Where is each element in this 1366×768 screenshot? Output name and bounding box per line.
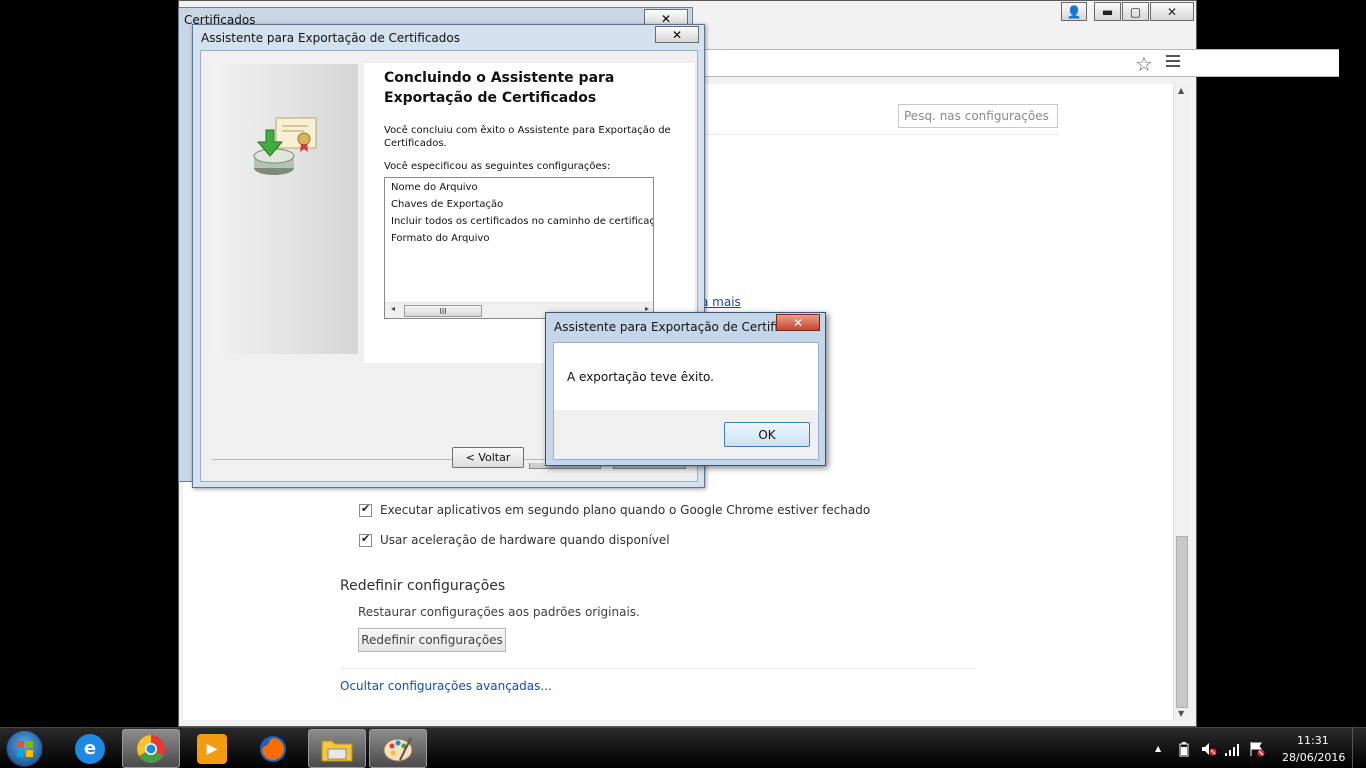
taskbar-paint[interactable]	[369, 729, 427, 768]
desktop: 👤 ▬ ▢ ✕ ☆ ▲ ▼ Pesq. nas configurações a …	[0, 0, 1366, 768]
dialog-message: A exportação teve êxito.	[567, 370, 714, 384]
wizard-description: Você concluiu com êxito o Assistente par…	[384, 125, 671, 149]
hardware-acceleration-checkbox[interactable]	[359, 532, 372, 547]
paint-palette-icon	[383, 737, 413, 761]
battery-icon[interactable]	[1179, 741, 1189, 757]
wizard-side-panel	[212, 64, 358, 354]
learn-more-link[interactable]: a mais	[701, 295, 741, 309]
maximize-button[interactable]: ▢	[1122, 2, 1149, 21]
settings-list[interactable]: Nome do Arquivo Chaves de Exportação Inc…	[384, 177, 654, 319]
ok-button[interactable]: OK	[724, 422, 810, 447]
dialog-close-button[interactable]: ✕	[776, 314, 820, 331]
close-icon: ✕	[1166, 4, 1178, 19]
address-bar[interactable]	[699, 49, 1339, 77]
settings-label: Você especificou as seguintes configuraç…	[384, 161, 611, 172]
chrome-menu-icon[interactable]	[1166, 55, 1180, 70]
close-icon: ✕	[671, 27, 683, 42]
checkbox-label: Executar aplicativos em segundo plano qu…	[380, 503, 871, 517]
list-item[interactable]: Formato do Arquivo	[391, 233, 489, 244]
back-button[interactable]: < Voltar	[452, 447, 524, 468]
hide-advanced-settings-link[interactable]: Ocultar configurações avançadas...	[340, 679, 552, 693]
wizard-heading: Concluindo o Assistente para Exportação …	[384, 70, 615, 106]
media-player-icon: ▶	[197, 733, 227, 764]
scroll-thumb[interactable]: III	[404, 305, 482, 317]
reset-section-description: Restaurar configurações aos padrões orig…	[358, 605, 640, 619]
firefox-icon	[260, 735, 286, 762]
bookmark-star-icon[interactable]: ☆	[1135, 52, 1153, 76]
folder-icon	[321, 740, 353, 761]
list-item[interactable]: Nome do Arquivo	[391, 182, 478, 193]
profile-button[interactable]: 👤	[1061, 2, 1087, 21]
list-item[interactable]: Chaves de Exportação	[391, 199, 503, 210]
minimize-icon: ▬	[1101, 4, 1114, 19]
taskbar-internet-explorer[interactable]: e	[61, 729, 119, 768]
chrome-window-controls: 👤 ▬ ▢ ✕	[1061, 2, 1194, 21]
internet-explorer-icon: e	[75, 733, 105, 764]
close-icon: ✕	[792, 315, 804, 330]
scroll-up-icon[interactable]: ▲	[1178, 86, 1184, 95]
dialog-title: Assistente para Exportação de Certifica.…	[554, 320, 804, 334]
taskbar-firefox[interactable]	[244, 729, 302, 768]
settings-search-input[interactable]: Pesq. nas configurações	[898, 104, 1058, 128]
taskbar: e ▶ ▲	[0, 727, 1366, 768]
certificate-export-icon	[253, 117, 317, 175]
clock-date[interactable]: 28/06/2016	[1282, 751, 1345, 764]
show-hidden-icons-icon[interactable]: ▲	[1155, 744, 1161, 753]
list-item[interactable]: Incluir todos os certificados no caminho…	[391, 216, 653, 227]
background-apps-checkbox[interactable]	[359, 502, 372, 517]
checkbox-label: Usar aceleração de hardware quando dispo…	[380, 533, 670, 547]
scroll-down-icon[interactable]: ▼	[1178, 709, 1184, 718]
wizard-close-button[interactable]: ✕	[655, 26, 699, 43]
page-scrollbar[interactable]: ▲ ▼	[1173, 84, 1190, 720]
user-icon: 👤	[1066, 4, 1082, 19]
taskbar-file-explorer[interactable]	[308, 729, 366, 768]
windows-logo-icon	[17, 741, 33, 757]
network-signal-icon[interactable]	[1224, 741, 1240, 757]
reset-settings-button[interactable]: Redefinir configurações	[358, 628, 506, 652]
show-desktop-button[interactable]	[1352, 727, 1366, 768]
clock-time[interactable]: 11:31	[1297, 734, 1329, 747]
google-chrome-icon	[137, 734, 165, 763]
minimize-button[interactable]: ▬	[1094, 2, 1121, 21]
dialog-body: A exportação teve êxito. OK	[553, 342, 819, 460]
reset-section-title: Redefinir configurações	[340, 578, 506, 594]
dialog-message-area: A exportação teve êxito.	[554, 343, 818, 410]
success-dialog: Assistente para Exportação de Certifica.…	[545, 312, 826, 466]
divider	[340, 668, 977, 669]
background-apps-setting[interactable]: Executar aplicativos em segundo plano qu…	[359, 502, 871, 517]
window-title: Assistente para Exportação de Certificad…	[201, 31, 460, 45]
start-button[interactable]	[6, 730, 43, 767]
hardware-acceleration-setting[interactable]: Usar aceleração de hardware quando dispo…	[359, 532, 670, 547]
maximize-icon: ▢	[1129, 4, 1142, 19]
scroll-thumb[interactable]	[1176, 536, 1188, 708]
taskbar-google-chrome[interactable]	[122, 729, 180, 768]
close-button[interactable]: ✕	[1150, 2, 1194, 21]
volume-muted-icon[interactable]	[1201, 741, 1217, 757]
scroll-left-icon[interactable]: ◂	[391, 304, 395, 313]
grip-icon: III	[439, 306, 447, 316]
taskbar-media-player[interactable]: ▶	[183, 729, 241, 768]
action-center-icon[interactable]	[1249, 741, 1265, 757]
